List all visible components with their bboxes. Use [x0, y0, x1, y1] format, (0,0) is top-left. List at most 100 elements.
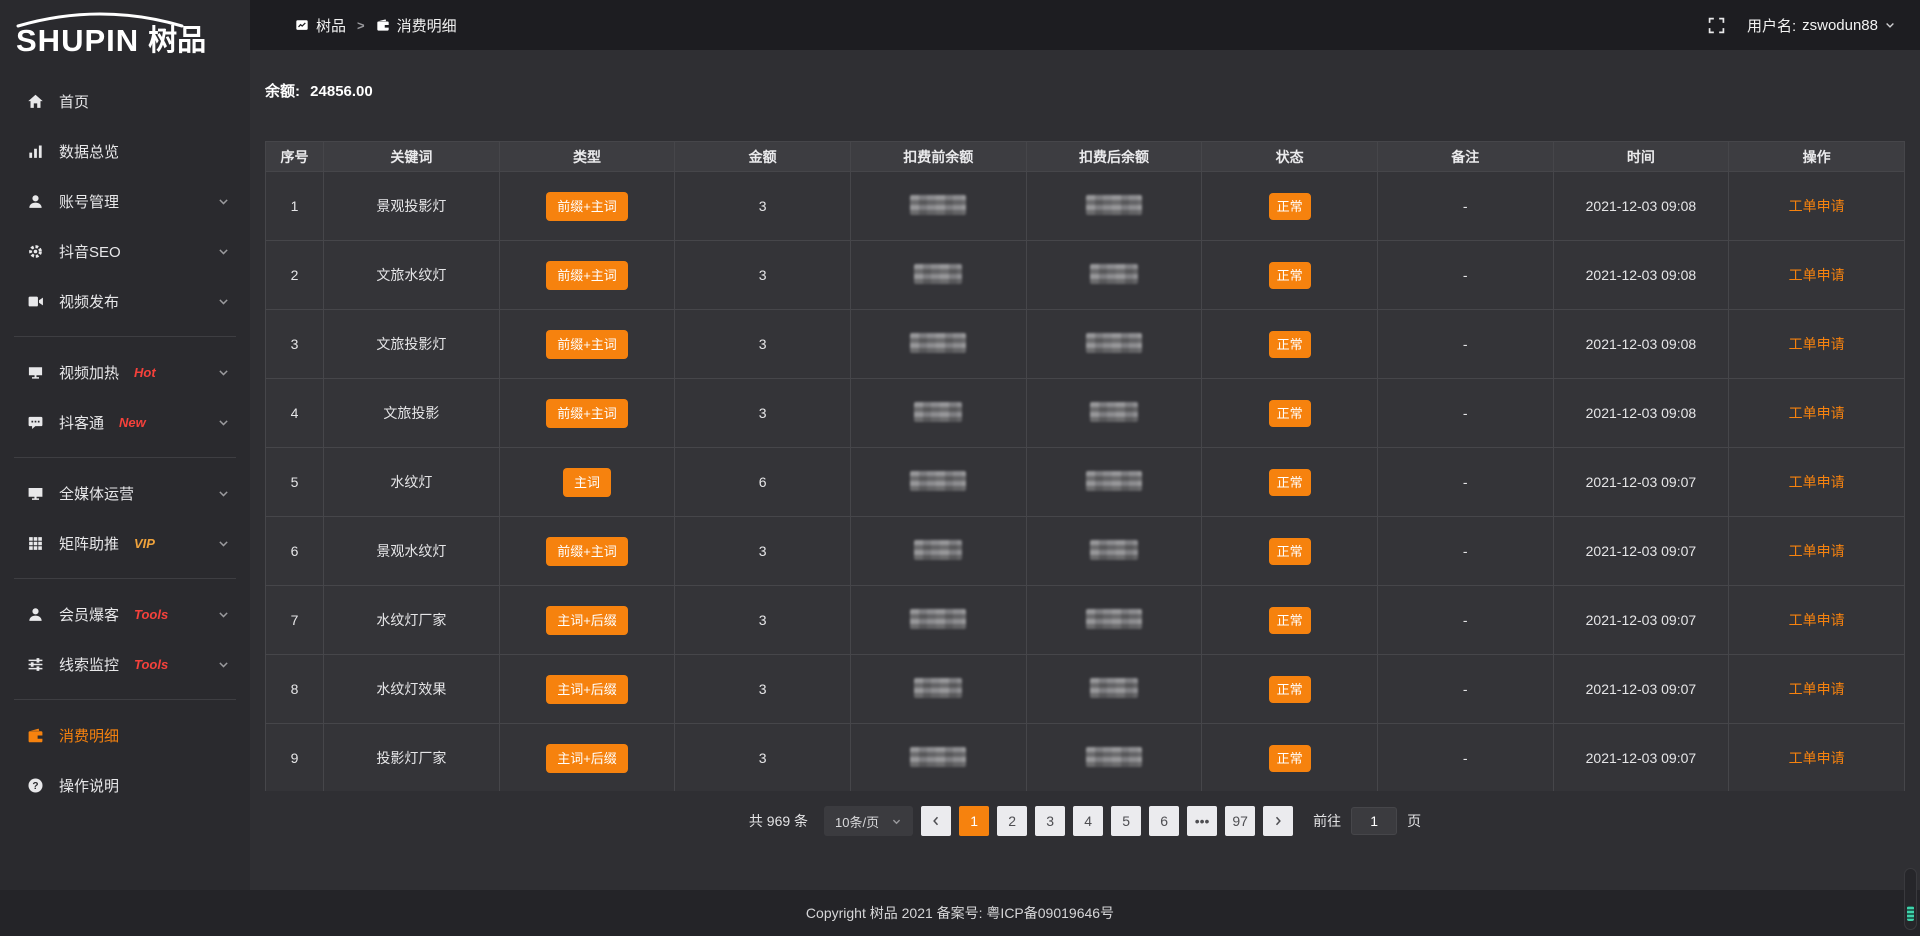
- goto-label: 前往: [1313, 811, 1341, 831]
- time-cell-container: 2021-12-03 09:07: [1553, 586, 1729, 655]
- ticket-apply-link-container: 工单申请: [1729, 172, 1905, 241]
- sidebar-item-label: 抖客通: [59, 412, 104, 433]
- brand-logo-cn: 树品: [148, 27, 206, 56]
- sidebar-divider: [14, 699, 236, 700]
- sidebar-item-账号管理[interactable]: 账号管理: [0, 176, 250, 226]
- status-badge-container: 正常: [1202, 517, 1378, 586]
- page-button-2[interactable]: 2: [997, 806, 1027, 836]
- time-cell: 2021-12-03 09:08: [1586, 267, 1697, 283]
- time-cell: 2021-12-03 09:07: [1586, 543, 1697, 559]
- page-scrollbar[interactable]: [1904, 868, 1917, 930]
- balance-before-censored-container: [850, 586, 1026, 655]
- time-cell-container: 2021-12-03 09:08: [1553, 241, 1729, 310]
- amount-cell-container: 3: [675, 586, 851, 655]
- time-cell: 2021-12-03 09:07: [1586, 681, 1697, 697]
- ticket-apply-link[interactable]: 工单申请: [1789, 612, 1845, 628]
- ticket-apply-link[interactable]: 工单申请: [1789, 198, 1845, 214]
- type-badge-container: 主词: [499, 448, 675, 517]
- more-pages-button[interactable]: •••: [1187, 806, 1217, 836]
- consumption-table-wrap: 序号关键词类型金额扣费前余额扣费后余额状态备注时间操作 1景观投影灯前缀+主词3…: [265, 141, 1905, 791]
- ticket-apply-link[interactable]: 工单申请: [1789, 267, 1845, 283]
- ticket-apply-link-container: 工单申请: [1729, 379, 1905, 448]
- page-button-6[interactable]: 6: [1149, 806, 1179, 836]
- type-badge: 主词+后缀: [546, 606, 628, 635]
- type-badge: 前缀+主词: [546, 192, 628, 221]
- fullscreen-icon[interactable]: [1708, 17, 1725, 34]
- prev-page-button[interactable]: [921, 806, 951, 836]
- balance-display: 余额: 24856.00: [265, 80, 1905, 101]
- chevron-down-icon: [217, 537, 230, 550]
- keyword-cell: 文旅水纹灯: [376, 267, 446, 283]
- balance-before-censored: [910, 471, 966, 491]
- sidebar-item-抖客通[interactable]: 抖客通New: [0, 397, 250, 447]
- ticket-apply-link[interactable]: 工单申请: [1789, 543, 1845, 559]
- balance-after-censored: [1090, 264, 1138, 284]
- sliders-icon: [27, 656, 44, 673]
- balance-before-censored-container: [850, 517, 1026, 586]
- row-index-cell: 2: [291, 267, 299, 283]
- page-button-4[interactable]: 4: [1073, 806, 1103, 836]
- sidebar-item-消费明细[interactable]: 消费明细: [0, 710, 250, 760]
- time-cell-container: 2021-12-03 09:07: [1553, 448, 1729, 517]
- ticket-apply-link[interactable]: 工单申请: [1789, 405, 1845, 421]
- row-index-cell: 3: [291, 336, 299, 352]
- ticket-apply-link[interactable]: 工单申请: [1789, 336, 1845, 352]
- sidebar-item-首页[interactable]: 首页: [0, 76, 250, 126]
- sidebar-item-label: 线索监控: [59, 654, 119, 675]
- row-index-cell: 7: [291, 612, 299, 628]
- wallet-icon: [27, 727, 44, 744]
- breadcrumb-item-home[interactable]: 树品: [295, 15, 346, 36]
- keyword-cell: 水纹灯厂家: [376, 612, 446, 628]
- next-page-button[interactable]: [1263, 806, 1293, 836]
- user-menu[interactable]: 用户名: zswodun88: [1747, 15, 1896, 36]
- type-badge-container: 前缀+主词: [499, 172, 675, 241]
- keyword-cell-container: 文旅投影: [324, 379, 500, 448]
- page-button-97[interactable]: 97: [1225, 806, 1255, 836]
- sidebar-item-label: 账号管理: [59, 191, 119, 212]
- sidebar-item-数据总览[interactable]: 数据总览: [0, 126, 250, 176]
- time-cell-container: 2021-12-03 09:08: [1553, 310, 1729, 379]
- ticket-apply-link[interactable]: 工单申请: [1789, 474, 1845, 490]
- page-button-1[interactable]: 1: [959, 806, 989, 836]
- type-badge-container: 主词+后缀: [499, 655, 675, 724]
- question-icon: ?: [27, 777, 44, 794]
- row-index-cell-container: 5: [266, 448, 324, 517]
- sidebar-item-会员爆客[interactable]: 会员爆客Tools: [0, 589, 250, 639]
- status-badge: 正常: [1269, 607, 1311, 634]
- sidebar-divider: [14, 457, 236, 458]
- ticket-apply-link[interactable]: 工单申请: [1789, 750, 1845, 766]
- goto-page-input[interactable]: [1351, 807, 1397, 835]
- topbar-right: 用户名: zswodun88: [1708, 15, 1896, 36]
- sidebar-item-线索监控[interactable]: 线索监控Tools: [0, 639, 250, 689]
- status-badge: 正常: [1269, 745, 1311, 772]
- svg-text:?: ?: [32, 781, 38, 792]
- sidebar-item-全媒体运营[interactable]: 全媒体运营: [0, 468, 250, 518]
- status-badge: 正常: [1269, 469, 1311, 496]
- page-button-5[interactable]: 5: [1111, 806, 1141, 836]
- balance-after-censored: [1090, 678, 1138, 698]
- sidebar-item-视频发布[interactable]: 视频发布: [0, 276, 250, 326]
- balance-after-censored-container: [1026, 586, 1202, 655]
- sidebar-item-操作说明[interactable]: ?操作说明: [0, 760, 250, 810]
- breadcrumb-item-current[interactable]: 消费明细: [376, 15, 457, 36]
- ticket-apply-link[interactable]: 工单申请: [1789, 681, 1845, 697]
- balance-before-censored-container: [850, 172, 1026, 241]
- amount-cell: 3: [759, 336, 767, 352]
- home-icon: [27, 93, 44, 110]
- chevron-right-icon: [1272, 815, 1284, 827]
- ticket-apply-link-container: 工单申请: [1729, 448, 1905, 517]
- time-cell: 2021-12-03 09:08: [1586, 198, 1697, 214]
- status-badge-container: 正常: [1202, 241, 1378, 310]
- brand-logo-en: SHUPIN: [16, 25, 139, 56]
- sidebar-item-矩阵助推[interactable]: 矩阵助推VIP: [0, 518, 250, 568]
- amount-cell: 3: [759, 681, 767, 697]
- page-button-3[interactable]: 3: [1035, 806, 1065, 836]
- keyword-cell: 文旅投影: [383, 405, 439, 421]
- table-row: 9投影灯厂家主词+后缀3正常-2021-12-03 09:07工单申请: [266, 724, 1905, 792]
- keyword-cell: 景观投影灯: [376, 198, 446, 214]
- page-size-select[interactable]: 10条/页: [824, 806, 913, 836]
- sidebar-item-抖音SEO[interactable]: 抖音SEO: [0, 226, 250, 276]
- sidebar-item-视频加热[interactable]: 视频加热Hot: [0, 347, 250, 397]
- amount-cell-container: 3: [675, 241, 851, 310]
- amount-cell: 3: [759, 198, 767, 214]
